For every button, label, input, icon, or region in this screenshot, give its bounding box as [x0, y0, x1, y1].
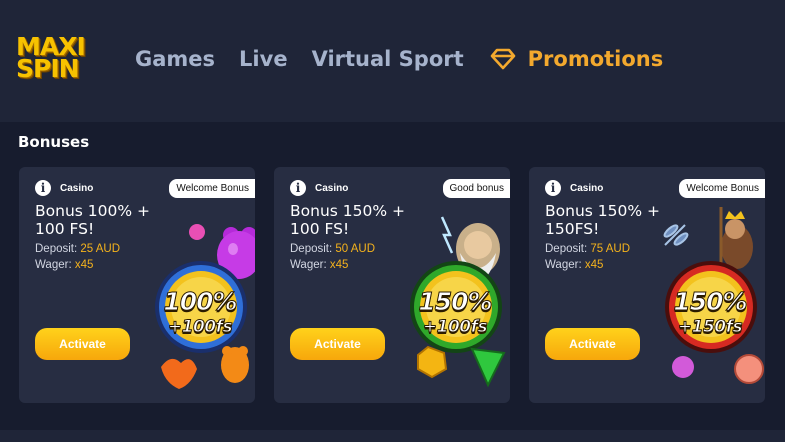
bonus-title: Bonus 150% + 100 FS!: [290, 202, 405, 238]
bonus-card-1: i Casino Welcome Bonus Bonus 100% + 100 …: [19, 167, 255, 403]
bonus-artwork: 150% +150fs: [659, 207, 765, 403]
maxispin-logo[interactable]: MAXI SPIN: [16, 34, 90, 84]
card-tag: i Casino: [545, 180, 603, 196]
wager-row: Wager: x45: [35, 259, 93, 271]
footer-strip: [0, 430, 785, 442]
wager-label: Wager:: [290, 259, 327, 271]
card-tag-label: Casino: [60, 182, 94, 194]
deposit-row: Deposit: 50 AUD: [290, 243, 375, 255]
wager-label: Wager:: [35, 259, 72, 271]
bonus-title: Bonus 100% + 100 FS!: [35, 202, 150, 238]
deposit-value: 25 AUD: [80, 243, 121, 255]
bonus-badge: Welcome Bonus: [169, 179, 255, 198]
wager-value: x45: [584, 259, 604, 271]
nav-games[interactable]: Games: [135, 47, 215, 71]
coin-bonus-percent: 150%: [673, 287, 748, 317]
deposit-value: 75 AUD: [590, 243, 631, 255]
bonus-title: Bonus 150% + 150FS!: [545, 202, 660, 238]
nav-promotions-label: Promotions: [527, 47, 664, 71]
bonus-badge: Good bonus: [442, 179, 510, 198]
card-tag: i Casino: [290, 180, 348, 196]
card-tag: i Casino: [35, 180, 93, 196]
deposit-value: 50 AUD: [335, 243, 376, 255]
info-icon[interactable]: i: [290, 180, 306, 196]
card-tag-label: Casino: [570, 182, 604, 194]
deposit-row: Deposit: 75 AUD: [545, 243, 630, 255]
wager-value: x45: [74, 259, 94, 271]
coin-bonus-percent: 100%: [163, 287, 238, 317]
wager-row: Wager: x45: [290, 259, 348, 271]
wager-row: Wager: x45: [545, 259, 603, 271]
wager-label: Wager:: [545, 259, 582, 271]
wager-value: x45: [329, 259, 349, 271]
nav-live[interactable]: Live: [239, 47, 288, 71]
coin-free-spins: +100fs: [167, 317, 233, 338]
info-icon[interactable]: i: [545, 180, 561, 196]
info-icon[interactable]: i: [35, 180, 51, 196]
card-tag-label: Casino: [315, 182, 349, 194]
bonus-artwork: 100% +100fs: [149, 207, 255, 403]
diamond-icon: [490, 48, 515, 70]
deposit-row: Deposit: 25 AUD: [35, 243, 120, 255]
activate-button[interactable]: Activate: [290, 328, 385, 360]
bonus-card-2: i Casino Good bonus Bonus 150% + 100 FS!…: [274, 167, 510, 403]
section-title-bonuses: Bonuses: [18, 133, 90, 151]
activate-button[interactable]: Activate: [35, 328, 130, 360]
bonus-artwork: 150% +100fs: [404, 207, 510, 403]
coin-bonus-percent: 150%: [418, 287, 493, 317]
deposit-label: Deposit:: [545, 243, 588, 255]
coin-free-spins: +100fs: [422, 317, 488, 338]
logo-text-spin: SPIN: [16, 54, 80, 83]
coin-free-spins: +150fs: [677, 317, 743, 338]
top-header: MAXI SPIN Games Live Virtual Sport Promo…: [0, 0, 785, 122]
activate-button[interactable]: Activate: [545, 328, 640, 360]
deposit-label: Deposit:: [35, 243, 78, 255]
bonus-card-3: i Casino Welcome Bonus Bonus 150% + 150F…: [529, 167, 765, 403]
bonus-badge: Welcome Bonus: [679, 179, 765, 198]
nav-virtual-sport[interactable]: Virtual Sport: [312, 47, 464, 71]
main-nav: Games Live Virtual Sport Promotions: [135, 42, 663, 76]
nav-promotions[interactable]: Promotions: [490, 47, 664, 71]
deposit-label: Deposit:: [290, 243, 333, 255]
